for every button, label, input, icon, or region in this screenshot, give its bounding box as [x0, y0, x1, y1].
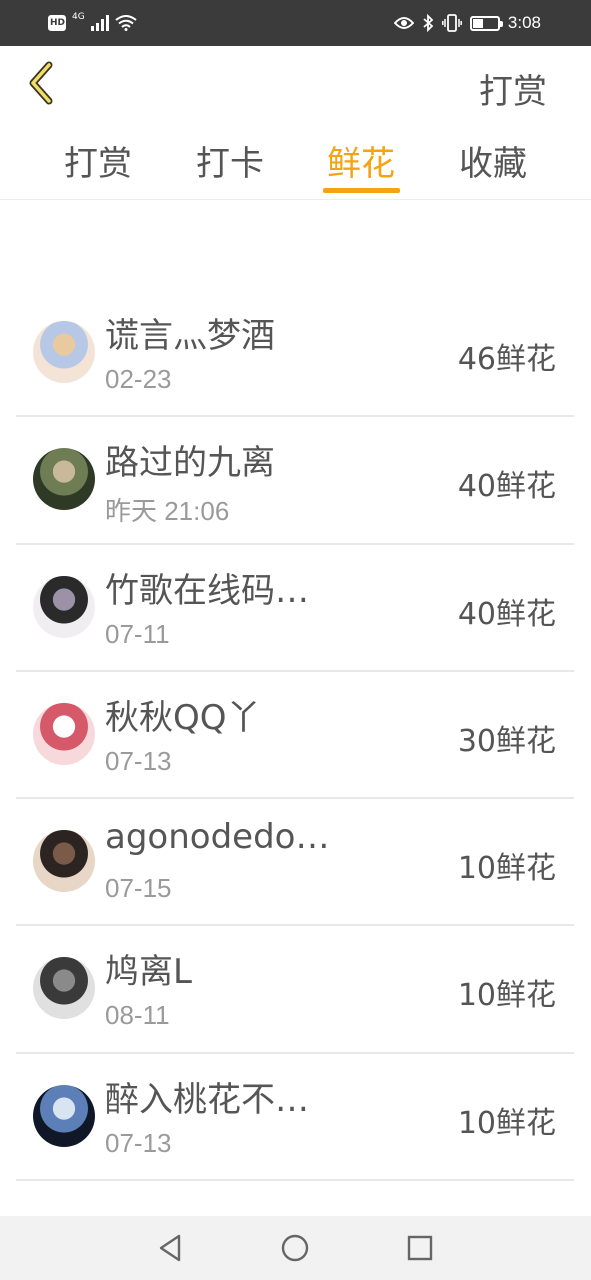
vibrate-icon	[441, 14, 462, 32]
status-left: HD 4G	[48, 10, 137, 36]
user-name[interactable]: 谎言灬梦酒	[105, 308, 275, 357]
gift-date: 07-13	[105, 745, 172, 776]
flower-amount: 10鲜花	[457, 978, 556, 1014]
avatar[interactable]	[33, 575, 95, 638]
recents-square-icon	[407, 1235, 433, 1261]
avatar[interactable]	[33, 1084, 95, 1147]
gift-date: 02-23	[105, 364, 172, 394]
gift-date: 08-11	[105, 1000, 170, 1031]
tab-bar: 打赏 打卡 鲜花 收藏	[0, 122, 591, 200]
avatar[interactable]	[33, 957, 95, 1020]
user-name[interactable]: 竹歌在线码…	[105, 563, 309, 612]
list-item[interactable]: agonodedo… 07-15 10鲜花	[16, 799, 574, 927]
user-name[interactable]: 鸠离L	[105, 944, 192, 993]
eye-icon	[393, 17, 414, 29]
network-type: 4G	[72, 12, 85, 22]
back-triangle-icon	[159, 1234, 181, 1262]
user-name[interactable]: 醉入桃花不…	[105, 1072, 309, 1121]
top-bar: 打赏	[0, 46, 591, 122]
flower-list: 谎言灬梦酒 02-23 46鲜花 路过的九离 昨天 21:06 40鲜花 竹歌在线码… 07-…	[16, 290, 574, 1182]
gift-date: 07-11	[105, 618, 170, 649]
list-item[interactable]: 秋秋QQ丫 07-13 30鲜花	[16, 672, 574, 800]
flower-amount: 10鲜花	[457, 1105, 556, 1141]
avatar[interactable]	[33, 702, 95, 765]
list-item[interactable]: 谎言灬梦酒 02-23 46鲜花	[16, 290, 574, 418]
tab-favorites[interactable]: 收藏	[438, 136, 548, 185]
header-title[interactable]: 打赏	[479, 64, 547, 113]
gift-date: 07-15	[105, 873, 172, 904]
user-name[interactable]: agonodedo…	[105, 817, 329, 857]
flower-amount: 10鲜花	[457, 851, 556, 887]
avatar[interactable]	[33, 830, 95, 893]
nav-recents-button[interactable]	[402, 1230, 438, 1266]
tab-checkin[interactable]: 打卡	[175, 136, 285, 185]
status-bar: HD 4G 3:08	[0, 0, 591, 46]
chevron-left-icon	[29, 61, 53, 105]
system-nav-bar	[0, 1216, 591, 1280]
list-item[interactable]: 鸠离L 08-11 10鲜花	[16, 926, 574, 1054]
user-name[interactable]: 秋秋QQ丫	[105, 690, 261, 739]
active-tab-indicator	[323, 188, 400, 193]
battery-level	[472, 18, 483, 28]
status-time: 3:08	[507, 13, 541, 32]
flower-amount: 46鲜花	[457, 342, 556, 377]
list-item[interactable]: 竹歌在线码… 07-11 40鲜花	[16, 545, 574, 672]
home-circle-icon	[281, 1234, 309, 1262]
gift-date: 昨天 21:06	[105, 496, 230, 527]
avatar[interactable]	[33, 321, 95, 383]
tab-reward[interactable]: 打赏	[43, 136, 153, 185]
list-item[interactable]: 路过的九离昨天 21:06 40鲜花	[16, 417, 574, 545]
flower-amount: 40鲜花	[457, 469, 556, 505]
gift-date: 07-13	[105, 1127, 172, 1158]
nav-back-button[interactable]	[152, 1230, 188, 1266]
hd-badge: HD	[48, 15, 66, 31]
signal-icon	[90, 15, 109, 31]
status-right: 3:08	[393, 10, 541, 36]
tab-flowers[interactable]: 鲜花	[306, 136, 416, 185]
flower-amount: 40鲜花	[457, 596, 556, 632]
wifi-icon	[115, 15, 137, 31]
user-name[interactable]: 路过的九离	[105, 435, 275, 484]
back-button[interactable]	[20, 58, 60, 108]
nav-home-button[interactable]	[277, 1230, 313, 1266]
battery-icon	[469, 15, 503, 31]
bluetooth-icon	[423, 14, 434, 32]
flower-amount: 30鲜花	[457, 723, 556, 759]
list-item[interactable]: 醉入桃花不… 07-13 10鲜花	[16, 1054, 574, 1182]
avatar[interactable]	[33, 448, 95, 511]
